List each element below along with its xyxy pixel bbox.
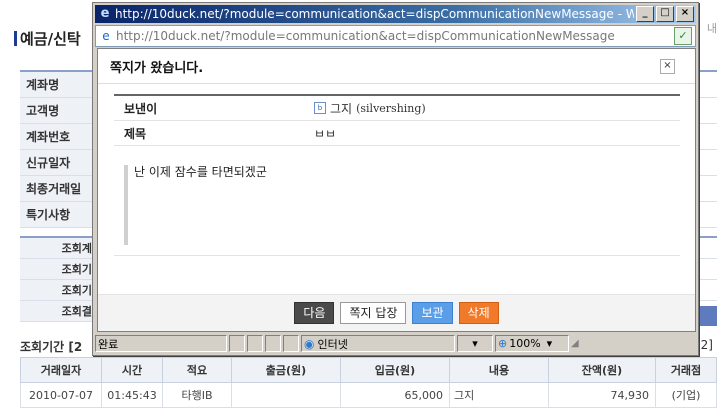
form-label: 최종거래일 [20,176,98,201]
ie-icon: e [100,6,110,21]
maximize-button[interactable]: □ [656,6,674,22]
address-bar[interactable]: e http://10duck.net/?module=communicatio… [95,25,696,47]
column-header: 내용 [449,357,549,383]
globe-icon: ◉ [304,336,315,351]
subject-label: 제목 [124,126,147,141]
column-header: 출금(원) [231,357,341,383]
page-title-text: 예금/신탁 [20,30,81,48]
query-button[interactable] [699,306,717,326]
column-header: 거래일자 [20,357,102,383]
keep-button[interactable]: 보관 [412,302,453,324]
column-header: 잔액(원) [548,357,656,383]
window-titlebar[interactable]: e http://10duck.net/?module=communicatio… [95,5,696,23]
security-zone[interactable]: ◉ 인터넷 [301,335,455,352]
table-cell: 01:45:43 [101,382,163,408]
query-label: 조회기 [20,280,96,300]
status-pane [283,335,299,352]
status-bar: 완료 ◉ 인터넷 ▾ ⊕ 100% ▾ ◢ [95,334,696,353]
query-label: 조회기 [20,259,96,279]
zoom-icon: ⊕ [498,337,508,350]
next-button[interactable]: 다음 [294,302,335,324]
status-text: 완료 [95,335,227,352]
query-range-label: 조회기간 [2 [20,340,83,354]
table-cell [231,382,341,408]
form-label: 고객명 [20,98,98,123]
status-pane [247,335,263,352]
form-label: 특기사항 [20,202,98,227]
table-cell: 2010-07-07 [20,382,102,408]
subject-value: ㅂㅂ [314,126,337,141]
sender-row: 보낸이 b 그지 (silvershing) [114,96,680,121]
column-header: 시간 [101,357,163,383]
transaction-table: 거래일자 시간 적요 출금(원) 입금(원) 내용 잔액(원) 거래점 2010… [20,357,717,408]
table-cell: 타행IB [162,382,232,408]
sender-id: (silvershing) [356,101,426,115]
address-url[interactable]: http://10duck.net/?module=communication&… [116,29,674,43]
delete-button[interactable]: 삭제 [458,302,499,324]
zoom-level: 100% [509,337,541,350]
reply-button[interactable]: 쪽지 답장 [340,302,407,324]
subject-row: 제목 ㅂㅂ [114,121,680,146]
table-cell: 74,930 [548,382,656,408]
dialog-title: 쪽지가 왔습니다. [110,60,204,76]
zone-label: 인터넷 [317,337,348,351]
form-label: 신규일자 [20,150,98,175]
dialog-header: 쪽지가 왔습니다. × [98,49,695,84]
query-label: 조회결 [20,301,96,321]
close-window-button[interactable]: × [676,6,694,22]
column-header: 입금(원) [340,357,450,383]
sender-name[interactable]: 그지 [330,100,352,117]
chevron-down-icon: ▾ [546,337,553,350]
member-icon: b [314,102,326,114]
message-meta: 보낸이 b 그지 (silvershing) 제목 ㅂㅂ [114,94,680,146]
message-dialog: 쪽지가 왔습니다. × 보낸이 b 그지 (silvershing) 제목 ㅂㅂ… [97,48,696,332]
dialog-footer: 다음 쪽지 답장 보관 삭제 [98,294,695,331]
table-row: 2010-07-07 01:45:43 타행IB 65,000 그지 74,93… [20,382,717,408]
table-cell: 그지 [449,382,549,408]
message-text: 난 이제 잠수를 타면되겠군 [134,165,267,179]
security-icon[interactable]: ✓ [674,27,692,45]
page-icon: e [102,29,110,43]
query-range-end: 2] [700,338,713,352]
sender-label: 보낸이 [124,101,158,116]
protected-mode-toggle[interactable]: ▾ [457,335,493,352]
zoom-control[interactable]: ⊕ 100% ▾ [495,335,569,352]
window-title: http://10duck.net/?module=communication&… [115,7,634,21]
form-label: 계좌명 [20,72,98,97]
resize-grip[interactable]: ◢ [571,336,583,351]
minimize-button[interactable]: _ [636,6,654,22]
column-header: 거래점 [655,357,717,383]
popup-window: e http://10duck.net/?module=communicatio… [92,2,699,356]
form-label: 계좌번호 [20,124,98,149]
title-bar-marker [14,31,17,46]
close-icon[interactable]: × [660,59,675,74]
message-body: 난 이제 잠수를 타면되겠군 [114,155,680,256]
query-label: 조회계 [20,238,96,258]
side-label: 내 [706,22,717,35]
status-pane [229,335,245,352]
quote-bar [124,165,128,245]
table-cell: (기업) [655,382,717,408]
column-header: 적요 [162,357,232,383]
page-title: 예금/신탁 [14,28,81,49]
table-cell: 65,000 [340,382,450,408]
status-pane [265,335,281,352]
table-header-row: 거래일자 시간 적요 출금(원) 입금(원) 내용 잔액(원) 거래점 [20,357,717,383]
sender-value[interactable]: b 그지 (silvershing) [314,100,426,117]
